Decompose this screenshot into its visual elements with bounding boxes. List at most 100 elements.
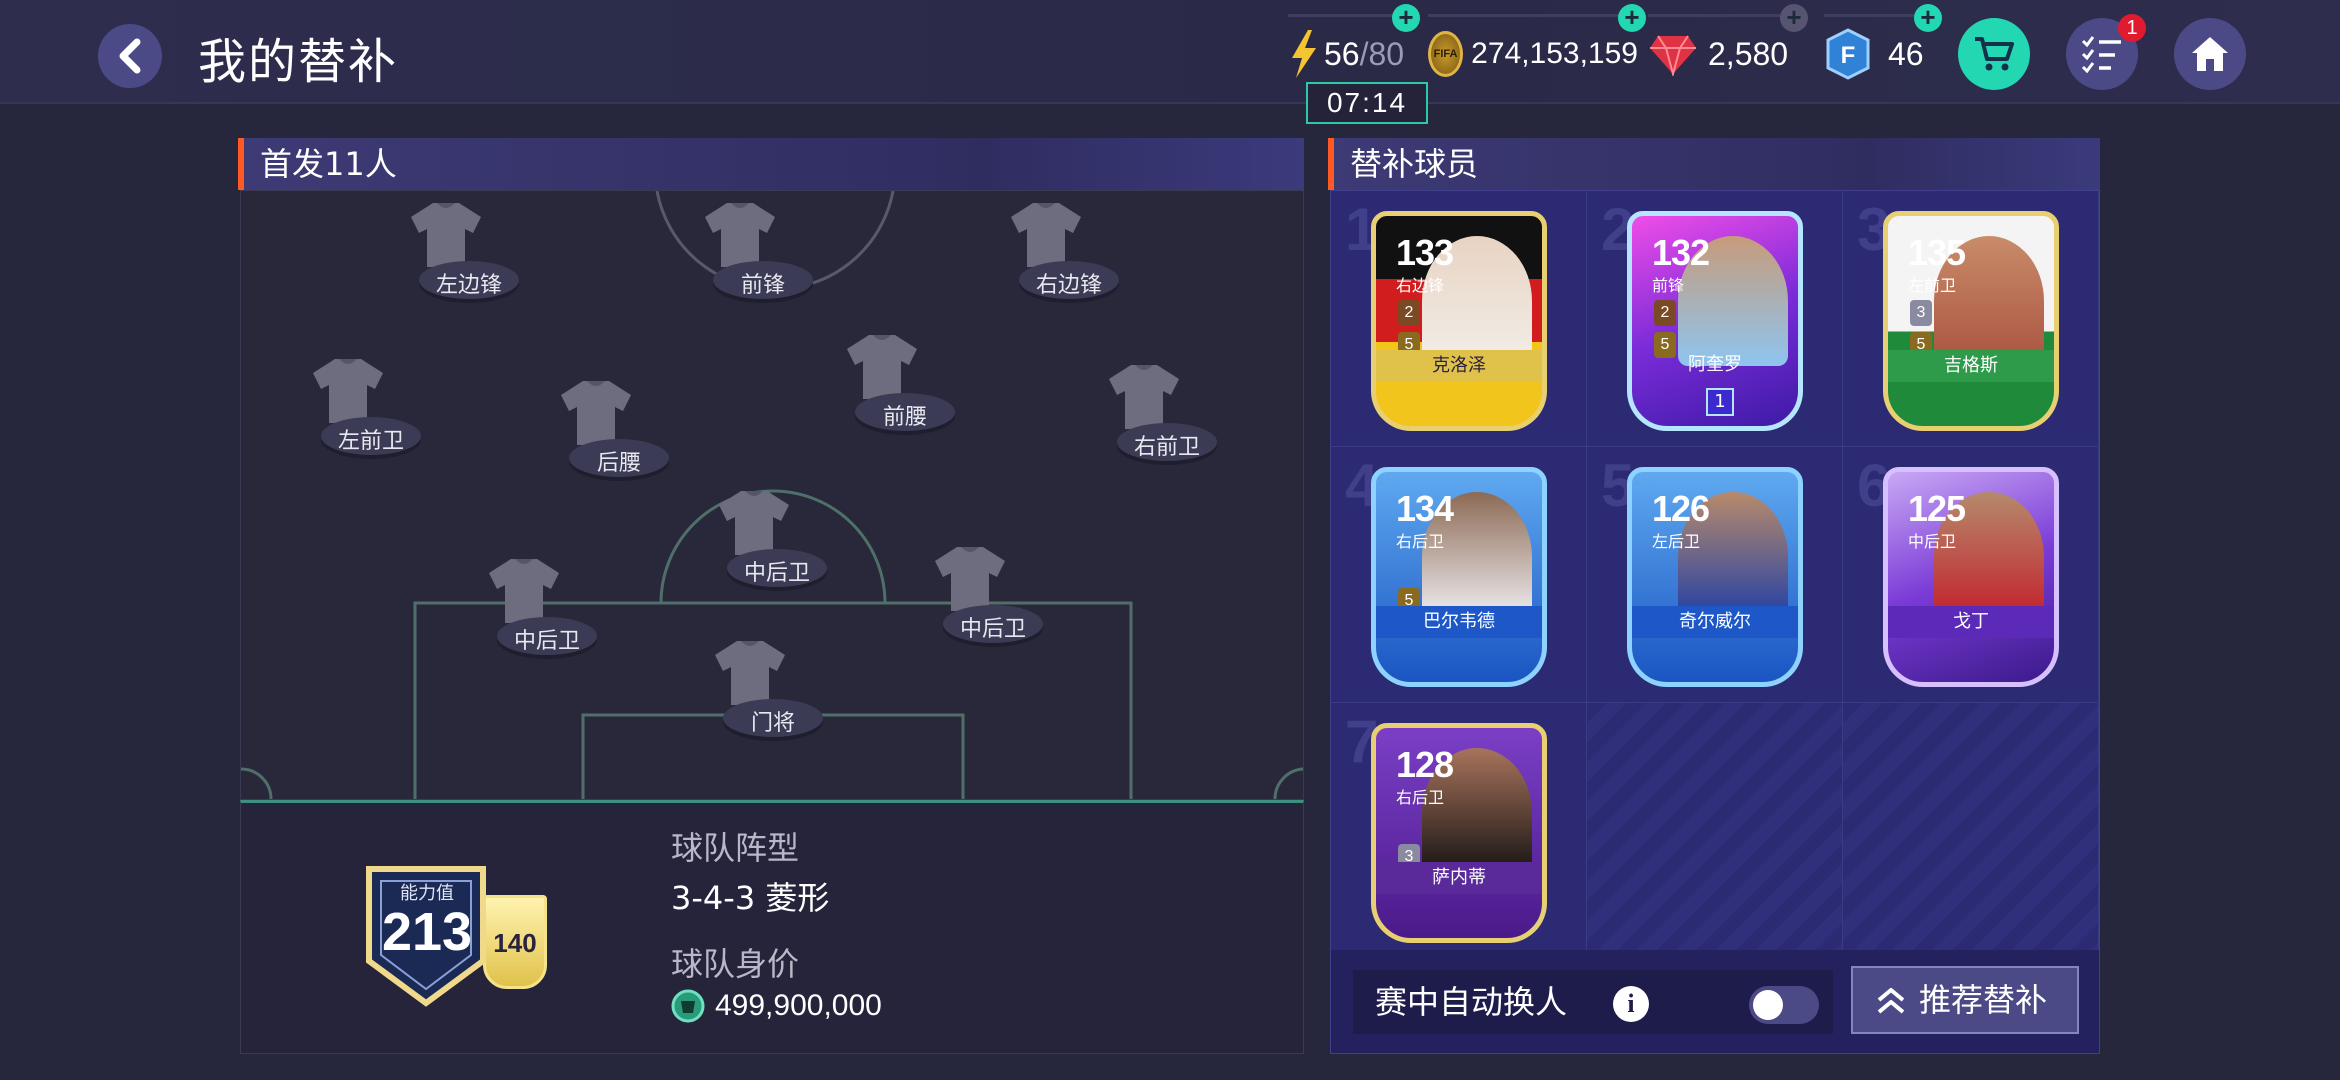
double-chevron-up-icon	[1877, 988, 1905, 1014]
player-rating: 126	[1652, 488, 1710, 529]
svg-text:F: F	[1841, 42, 1856, 69]
coins-counter[interactable]: FIFA 274,153,159 +	[1428, 4, 1646, 86]
position-label: 前腰	[882, 405, 927, 430]
cart-icon	[1975, 37, 2014, 71]
shirt-icon	[719, 491, 789, 555]
player-name: 戈丁	[1888, 606, 2054, 638]
gem-icon	[1650, 35, 1696, 76]
slot-left-midfielder[interactable]: 左前卫	[311, 357, 431, 467]
player-position: 右边锋	[1396, 276, 1445, 295]
subs-grid: 1 133 右边锋 2 5 克洛泽 2 132 前锋 2 5 阿奎罗 1 3 1…	[1330, 190, 2100, 959]
player-card[interactable]: 134 右后卫 5 巴尔韦德	[1371, 467, 1547, 687]
slot-attacking-midfielder[interactable]: 前腰	[845, 333, 965, 443]
team-value-label: 球队身价	[671, 945, 800, 983]
player-position: 右后卫	[1396, 532, 1445, 551]
add-fifa-points-button[interactable]: +	[1914, 4, 1942, 32]
shop-button[interactable]	[1958, 18, 2030, 90]
starting-xi-header: 首发11人	[238, 138, 1304, 190]
position-label: 左边锋	[435, 273, 502, 298]
recommend-subs-button[interactable]: 推荐替补	[1851, 966, 2079, 1034]
energy-counter[interactable]: 56/80 +	[1288, 4, 1420, 86]
team-rating-badge: 140 能力值 213	[351, 853, 547, 1007]
auto-sub-toggle[interactable]	[1749, 986, 1819, 1024]
player-card[interactable]: 126 左后卫 奇尔威尔	[1627, 467, 1803, 687]
lightning-icon	[1292, 30, 1316, 78]
sub-slot-empty[interactable]	[1843, 703, 2099, 959]
tasks-button[interactable]: 1	[2066, 14, 2146, 90]
position-label: 门将	[750, 711, 795, 736]
energy-timer: 07:14	[1306, 82, 1428, 124]
sub-slot-3[interactable]: 3 135 左前卫 3 5 吉格斯	[1843, 191, 2099, 447]
player-rating: 134	[1396, 488, 1454, 529]
back-button[interactable]	[98, 24, 162, 88]
sub-slot-2[interactable]: 2 132 前锋 2 5 阿奎罗 1	[1587, 191, 1843, 447]
slot-center-back-middle[interactable]: 中后卫	[717, 489, 837, 599]
player-card[interactable]: 135 左前卫 3 5 吉格斯	[1883, 211, 2059, 431]
player-rating: 125	[1908, 488, 1966, 529]
auto-sub-label: 赛中自动换人	[1375, 983, 1568, 1021]
team-value-coin-icon	[671, 989, 705, 1023]
player-name: 萨内蒂	[1376, 862, 1542, 894]
chevron-left-icon	[119, 38, 141, 74]
subs-header: 替补球员	[1328, 138, 2100, 190]
sub-slot-4[interactable]: 4 134 右后卫 5 巴尔韦德	[1331, 447, 1587, 703]
player-name: 巴尔韦德	[1376, 606, 1542, 638]
slot-right-midfielder[interactable]: 右前卫	[1107, 363, 1227, 473]
slot-center-back-left[interactable]: 中后卫	[487, 557, 607, 667]
shirt-icon	[847, 335, 917, 399]
player-position: 右后卫	[1396, 788, 1445, 807]
add-coins-button[interactable]: +	[1618, 4, 1646, 32]
position-label: 右边锋	[1035, 273, 1102, 298]
shirt-icon	[313, 359, 383, 423]
subs-controls: 赛中自动换人 i 推荐替补	[1330, 950, 2100, 1054]
position-label: 前锋	[740, 273, 785, 298]
player-rank-badge: 1	[1706, 388, 1734, 416]
coins-value: 274,153,159	[1471, 37, 1638, 70]
player-card[interactable]: 125 中后卫 戈丁	[1883, 467, 2059, 687]
info-icon[interactable]: i	[1613, 986, 1649, 1022]
rating-value: 213	[381, 902, 473, 962]
sub-slot-7[interactable]: 7 128 右后卫 3 萨内蒂	[1331, 703, 1587, 959]
rank-chip: 2	[1398, 300, 1420, 326]
notification-badge: 1	[2118, 14, 2146, 42]
home-button[interactable]	[2174, 18, 2246, 90]
slot-goalkeeper[interactable]: 门将	[713, 639, 833, 749]
gems-value: 2,580	[1708, 35, 1789, 72]
player-rating: 132	[1652, 232, 1710, 273]
home-icon	[2192, 37, 2228, 71]
shirt-icon	[489, 559, 559, 623]
player-name: 阿奎罗	[1688, 354, 1742, 375]
position-label: 后腰	[596, 451, 641, 476]
player-position: 左后卫	[1652, 532, 1701, 551]
formation-label: 球队阵型	[671, 829, 800, 867]
player-position: 左前卫	[1908, 276, 1957, 295]
rank-chip: 2	[1654, 300, 1676, 326]
slot-striker[interactable]: 前锋	[703, 201, 823, 311]
team-info-panel: 140 能力值 213 球队阵型 3-4-3 菱形 球队身价 499,900,0…	[240, 800, 1304, 1054]
slot-center-back-right[interactable]: 中后卫	[933, 545, 1053, 655]
fifa-points-value: 46	[1888, 35, 1924, 72]
player-card[interactable]: 133 右边锋 2 5 克洛泽	[1371, 211, 1547, 431]
sub-slot-6[interactable]: 6 125 中后卫 戈丁	[1843, 447, 2099, 703]
recommend-subs-label: 推荐替补	[1919, 981, 2048, 1019]
player-position: 前锋	[1652, 276, 1685, 295]
sub-slot-empty[interactable]	[1587, 703, 1843, 959]
formation-value: 3-4-3 菱形	[671, 879, 830, 917]
team-value-row: 499,900,000	[671, 989, 882, 1023]
add-energy-button[interactable]: +	[1392, 4, 1420, 32]
shirt-icon	[715, 641, 785, 705]
slot-left-winger[interactable]: 左边锋	[409, 201, 529, 311]
position-label: 中后卫	[743, 561, 810, 586]
sub-slot-1[interactable]: 1 133 右边锋 2 5 克洛泽	[1331, 191, 1587, 447]
add-gems-button[interactable]: +	[1780, 4, 1808, 32]
gems-counter[interactable]: 2,580 +	[1648, 4, 1808, 86]
slot-defensive-midfielder[interactable]: 后腰	[559, 379, 679, 489]
sub-slot-5[interactable]: 5 126 左后卫 奇尔威尔	[1587, 447, 1843, 703]
player-name: 吉格斯	[1888, 350, 2054, 382]
player-card[interactable]: 128 右后卫 3 萨内蒂	[1371, 723, 1547, 943]
fifa-points-icon: F	[1826, 28, 1870, 80]
fifa-points-counter[interactable]: F 46 +	[1824, 4, 1944, 86]
player-card[interactable]: 132 前锋 2 5 阿奎罗 1	[1627, 211, 1803, 431]
slot-right-winger[interactable]: 右边锋	[1009, 201, 1129, 311]
position-label: 中后卫	[959, 617, 1026, 642]
